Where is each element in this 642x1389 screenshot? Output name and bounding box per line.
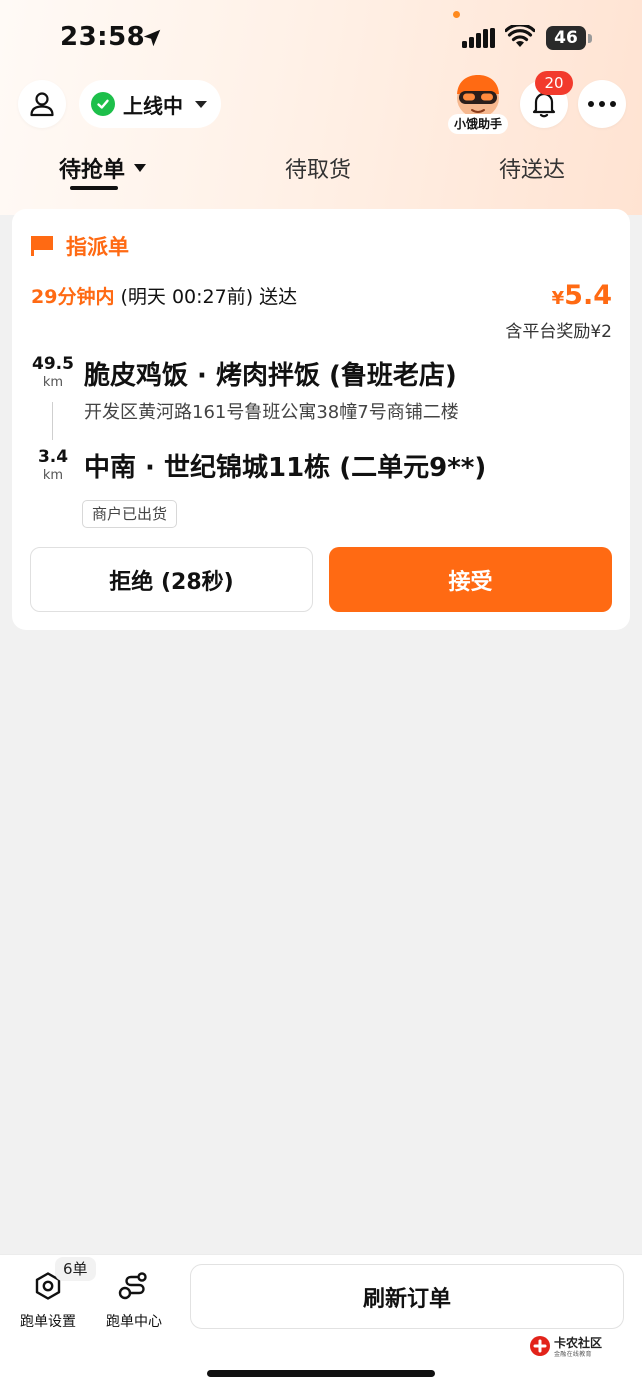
logo-subtitle: 金融在线教育	[554, 1351, 592, 1358]
accept-button[interactable]: 接受	[329, 547, 612, 612]
order-count-badge: 6单	[55, 1257, 96, 1281]
signal-icon	[462, 28, 495, 48]
home-indicator[interactable]	[207, 1370, 435, 1377]
logo-mark-icon	[530, 1336, 550, 1356]
order-card[interactable]: 指派单 29分钟内 (明天 00:27前) 送达 ¥5.4 含平台奖励¥2 49…	[12, 209, 630, 630]
tab-pending-delivery[interactable]: 待送达	[499, 152, 565, 184]
tab-pending-pickup[interactable]: 待取货	[285, 152, 351, 184]
location-arrow-icon	[143, 29, 161, 47]
price-amount: 5.4	[564, 280, 612, 311]
reject-button[interactable]: 拒绝 (28秒)	[30, 547, 313, 612]
more-button[interactable]	[578, 80, 626, 128]
tab-label: 待抢单	[59, 158, 126, 183]
assistant-button[interactable]: 小饿助手	[448, 72, 508, 134]
active-tab-indicator	[70, 186, 118, 190]
run-settings-label: 跑单设置	[20, 1314, 76, 1330]
wifi-icon	[505, 25, 535, 47]
run-center-button[interactable]: 跑单中心	[99, 1271, 169, 1331]
pickup-address: 开发区黄河路161号鲁班公寓38幢7号商铺二楼	[84, 402, 459, 423]
assistant-avatar-icon	[457, 75, 499, 118]
order-price: ¥5.4	[552, 280, 612, 311]
more-icon	[588, 101, 616, 107]
deadline-highlight: 29分钟内	[31, 286, 115, 308]
platform-bonus: 含平台奖励¥2	[505, 322, 612, 342]
run-center-label: 跑单中心	[106, 1314, 162, 1330]
pickup-shop-name: 脆皮鸡饭 · 烤肉拌饭 (鲁班老店)	[84, 361, 457, 391]
pickup-distance-value: 49.5	[32, 354, 74, 374]
price-currency: ¥	[551, 288, 565, 309]
tab-dropdown-icon	[134, 164, 147, 172]
order-type: 指派单	[66, 235, 129, 259]
notification-badge: 20	[535, 71, 573, 95]
status-bar: 23:58 46	[0, 0, 642, 74]
assistant-label: 小饿助手	[448, 114, 508, 134]
merchant-status-tag: 商户已出货	[82, 500, 178, 528]
dropoff-distance-value: 3.4	[37, 447, 69, 467]
privacy-indicator	[453, 11, 460, 18]
chevron-down-icon	[195, 100, 207, 108]
profile-button[interactable]	[18, 80, 66, 128]
battery-tip	[588, 34, 592, 43]
route-connector	[52, 402, 53, 440]
battery-level: 46	[546, 26, 586, 50]
forum-logo: 卡农社区 金融在线教育	[529, 1333, 639, 1363]
refresh-orders-button[interactable]: 刷新订单	[190, 1264, 624, 1329]
tab-pending-grab[interactable]: 待抢单	[59, 152, 147, 184]
status-time: 23:58	[60, 22, 146, 52]
deadline-detail: (明天 00:27前) 送达	[120, 286, 298, 308]
online-status-label: 上线中	[123, 93, 183, 118]
battery-icon: 46	[546, 26, 592, 50]
dropoff-distance-unit: km	[42, 468, 64, 483]
pickup-distance: 49.5 km	[30, 354, 76, 390]
online-status-toggle[interactable]: 上线中	[79, 80, 221, 128]
profile-icon	[30, 92, 54, 117]
dropoff-name: 中南 · 世纪锦城11栋 (二单元9**)	[84, 453, 487, 483]
pickup-distance-unit: km	[42, 375, 64, 390]
run-center-icon	[118, 1272, 147, 1300]
check-icon	[91, 92, 115, 116]
delivery-deadline: 29分钟内 (明天 00:27前) 送达	[31, 282, 297, 309]
flag-icon	[31, 236, 53, 256]
dropoff-distance: 3.4 km	[30, 447, 76, 483]
